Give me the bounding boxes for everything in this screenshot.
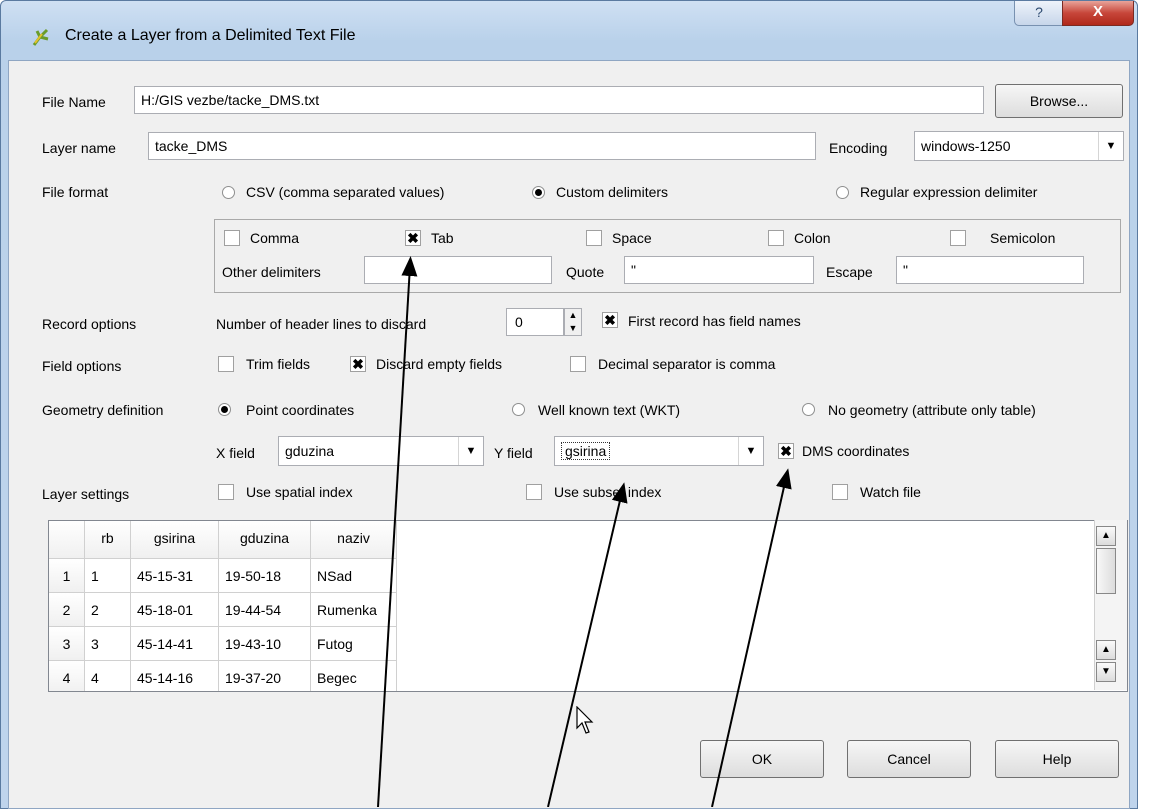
annotation-arrows <box>377 256 792 807</box>
arrow-to-other-delimiters <box>377 256 418 807</box>
arrow-to-dms-checkbox <box>711 468 792 807</box>
arrow-to-y-field <box>547 482 628 807</box>
